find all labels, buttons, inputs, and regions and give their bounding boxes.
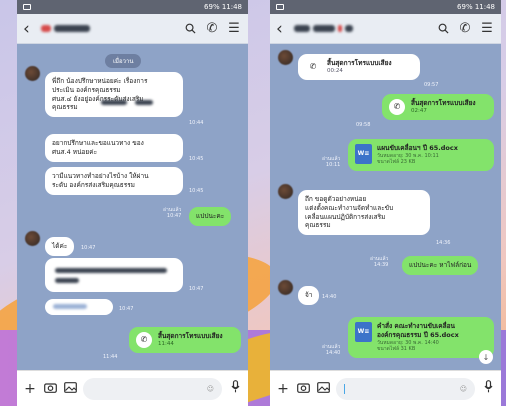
message-time: 09:57: [424, 82, 439, 88]
file-message[interactable]: W≡ คำสั่ง คณะทำงานขับเคลื่อน องค์กรคุณธร…: [348, 317, 494, 358]
message-input[interactable]: ☺: [336, 377, 475, 400]
avatar[interactable]: [278, 280, 293, 295]
message-time: 11:44: [103, 354, 118, 360]
emoji-icon[interactable]: ☺: [460, 385, 467, 393]
chat-area[interactable]: ✆ สิ้นสุดการโทรแบบเสียง 00:24 09:57 ✆ สิ…: [270, 44, 501, 370]
phone-icon: ✆: [305, 59, 321, 76]
call-icon[interactable]: ✆: [204, 21, 220, 37]
avatar[interactable]: [278, 50, 293, 65]
search-icon[interactable]: [182, 21, 198, 37]
contact-name[interactable]: [41, 25, 176, 32]
file-message[interactable]: W≡ แผนขับเคลื่อนฯ ปี 65.docx วันหมดอายุ:…: [348, 139, 494, 171]
message-read-status: อ่านแล้ว 10:47: [163, 207, 182, 220]
plus-icon[interactable]: +: [23, 381, 37, 397]
message-bubble[interactable]: ได้ค่ะ: [45, 237, 75, 256]
message-time: 14:36: [436, 240, 451, 246]
message-bubble-redacted[interactable]: [45, 299, 113, 315]
scroll-down-arrow-icon[interactable]: ↓: [479, 350, 493, 364]
image-icon[interactable]: [316, 381, 330, 397]
message-read-status: อ่านแล้ว 14:39: [370, 256, 389, 269]
status-indicators: 69% 11:48: [204, 3, 242, 11]
status-bar: 69% 11:48: [270, 0, 501, 14]
search-icon[interactable]: [435, 21, 451, 37]
notification-icon: [23, 4, 31, 10]
message-time: 14:40: [322, 294, 337, 300]
mic-icon[interactable]: [481, 380, 495, 397]
mic-icon[interactable]: [228, 380, 242, 397]
back-arrow-icon[interactable]: ‹: [276, 19, 288, 39]
message-time: 10:45: [189, 188, 204, 194]
message-time: 10:47: [119, 306, 134, 312]
message-read-status: อ่านแล้ว 14:40: [322, 344, 341, 357]
input-bar: + ☺: [17, 370, 248, 406]
plus-icon[interactable]: +: [276, 381, 290, 397]
chat-header: ‹ ✆ ☰: [270, 14, 501, 44]
call-icon[interactable]: ✆: [457, 21, 473, 37]
camera-icon[interactable]: [43, 381, 57, 397]
call-message[interactable]: ✆ สิ้นสุดการโทรแบบเสียง 02:47: [382, 94, 494, 121]
camera-icon[interactable]: [296, 381, 310, 397]
status-indicators: 69% 11:48: [457, 3, 495, 11]
notification-icon: [276, 4, 284, 10]
message-time: 10:47: [189, 286, 204, 292]
message-input[interactable]: ☺: [83, 377, 222, 400]
message-bubble-outgoing[interactable]: แปปนะคะ หาไฟล์ก่อน: [402, 256, 479, 275]
emoji-icon[interactable]: ☺: [207, 385, 214, 393]
message-bubble[interactable]: วามีแนวทางทำอย่างไรบ้าง ให้ผ่าน ระดับ อง…: [45, 167, 183, 195]
avatar[interactable]: [278, 184, 293, 199]
message-bubble-outgoing[interactable]: แปปนะคะ: [189, 207, 232, 226]
text-cursor: [344, 383, 345, 394]
message-bubble[interactable]: จ้า: [298, 286, 320, 305]
phone-screen-right: 69% 11:48 ‹ ✆ ☰ ✆ สิ้นสุดการโทรแบบเสียง …: [270, 0, 501, 406]
date-separator: เมื่อวาน: [105, 54, 142, 68]
document-icon: W≡: [355, 144, 372, 164]
input-bar: + ☺: [270, 370, 501, 406]
call-message[interactable]: ✆ สิ้นสุดการโทรแบบเสียง 00:24: [298, 54, 420, 81]
phone-icon: ✆: [136, 332, 152, 349]
chat-header: ‹ ✆ ☰: [17, 14, 248, 44]
avatar[interactable]: [25, 66, 40, 81]
message-bubble[interactable]: ถึก ขอดูตัวอย่างหน่อย แต่งตั้งคณะทำงานจั…: [298, 190, 430, 236]
message-time: 10:45: [189, 156, 204, 162]
status-bar: 69% 11:48: [17, 0, 248, 14]
message-time: 10:44: [189, 120, 204, 126]
avatar[interactable]: [25, 231, 40, 246]
document-icon: W≡: [355, 322, 372, 342]
message-read-status: อ่านแล้ว 10:11: [322, 156, 341, 169]
call-message[interactable]: ✆ สิ้นสุดการโทรแบบเสียง 11:44: [129, 327, 241, 354]
phone-screen-left: 69% 11:48 ‹ ✆ ☰ เมื่อวาน พี่ถึก น้องปรึก…: [17, 0, 248, 406]
chat-area[interactable]: เมื่อวาน พี่ถึก น้องปรึกษาหน่อยค่ะ เรื่อ…: [17, 44, 248, 370]
message-bubble[interactable]: พี่ถึก น้องปรึกษาหน่อยค่ะ เรื่องการ ประเ…: [45, 72, 183, 118]
contact-name[interactable]: [294, 25, 429, 32]
back-arrow-icon[interactable]: ‹: [23, 19, 35, 39]
message-bubble-redacted[interactable]: [45, 258, 183, 292]
image-icon[interactable]: [63, 381, 77, 397]
message-bubble[interactable]: อยากปรึกษาและขอแนวทาง ของ ศนส.4 หน่อยค่ะ: [45, 134, 183, 162]
phone-icon: ✆: [389, 99, 405, 116]
message-time: 09:58: [356, 122, 371, 128]
menu-icon[interactable]: ☰: [479, 21, 495, 37]
menu-icon[interactable]: ☰: [226, 21, 242, 37]
message-time: 10:47: [81, 245, 96, 251]
